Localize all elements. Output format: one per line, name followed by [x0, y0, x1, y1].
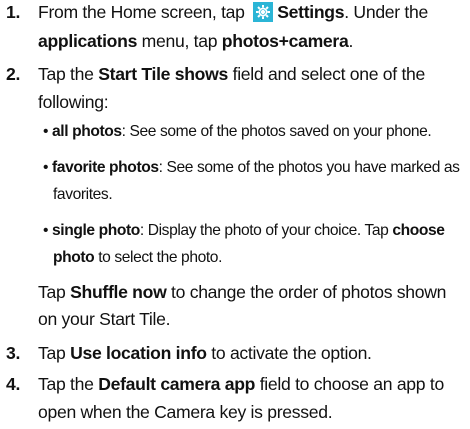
settings-label: Settings	[277, 2, 345, 22]
bullet-icon: •	[43, 123, 52, 140]
step-number: 2.	[6, 64, 21, 84]
bullet-icon: •	[43, 222, 52, 239]
bullet-icon: •	[43, 159, 52, 176]
step-number: 3.	[6, 343, 21, 363]
step-number: 4.	[6, 374, 21, 394]
step-number: 1.	[6, 2, 21, 22]
instruction-page: 1. From the Home screen, tap Settings. U…	[6, 2, 460, 422]
settings-gear-icon	[253, 2, 274, 22]
